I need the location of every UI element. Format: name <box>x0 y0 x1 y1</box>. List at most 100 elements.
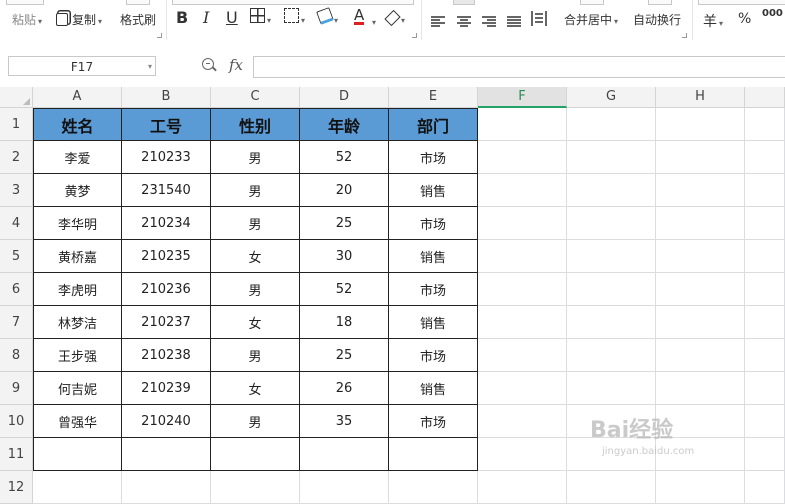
table-cell[interactable]: 销售 <box>389 240 478 273</box>
table-cell[interactable] <box>122 438 211 471</box>
header-cell[interactable]: 性别 <box>211 108 300 141</box>
table-cell[interactable]: 210238 <box>122 339 211 372</box>
row-header-9[interactable]: 9 <box>0 372 33 405</box>
table-cell[interactable]: 女 <box>211 240 300 273</box>
cell-f3[interactable] <box>478 174 567 207</box>
cell-overflow1[interactable] <box>745 108 785 141</box>
underline-button[interactable]: U <box>226 8 238 27</box>
cell-f9[interactable] <box>478 372 567 405</box>
font-color-button[interactable]: A <box>354 8 365 25</box>
cell-f2[interactable] <box>478 141 567 174</box>
table-cell[interactable] <box>300 438 389 471</box>
cell-a12[interactable] <box>33 471 122 504</box>
table-cell[interactable]: 李虎明 <box>33 273 122 306</box>
table-cell[interactable]: 销售 <box>389 306 478 339</box>
cell-overflow2[interactable] <box>745 141 785 174</box>
table-cell[interactable]: 男 <box>211 207 300 240</box>
row-header-4[interactable]: 4 <box>0 207 33 240</box>
cell-h6[interactable] <box>656 273 745 306</box>
row-header-10[interactable]: 10 <box>0 405 33 438</box>
cell-overflow3[interactable] <box>745 174 785 207</box>
table-cell[interactable]: 18 <box>300 306 389 339</box>
distributed-button[interactable] <box>531 11 547 30</box>
cell-overflow12[interactable] <box>745 471 785 504</box>
table-cell[interactable]: 男 <box>211 174 300 207</box>
font-name-box[interactable] <box>172 0 414 5</box>
table-cell[interactable] <box>211 438 300 471</box>
table-cell[interactable]: 210234 <box>122 207 211 240</box>
column-header-g[interactable]: G <box>567 87 656 108</box>
table-cell[interactable]: 25 <box>300 207 389 240</box>
currency-button[interactable]: 羊 ▾ <box>703 11 723 31</box>
table-cell[interactable]: 曾强华 <box>33 405 122 438</box>
cell-g4[interactable] <box>567 207 656 240</box>
column-header-d[interactable]: D <box>300 87 389 108</box>
cell-overflow8[interactable] <box>745 339 785 372</box>
name-box[interactable]: F17 ▾ <box>8 56 156 76</box>
header-cell[interactable]: 姓名 <box>33 108 122 141</box>
column-header-f[interactable]: F <box>478 87 567 108</box>
clear-format-button[interactable]: ▾ <box>384 8 405 27</box>
zoom-icon[interactable] <box>202 58 214 70</box>
cell-overflow9[interactable] <box>745 372 785 405</box>
row-header-6[interactable]: 6 <box>0 273 33 306</box>
align-right-button[interactable] <box>482 13 496 32</box>
cell-h5[interactable] <box>656 240 745 273</box>
table-cell[interactable]: 26 <box>300 372 389 405</box>
table-cell[interactable]: 210236 <box>122 273 211 306</box>
table-cell[interactable]: 女 <box>211 372 300 405</box>
table-cell[interactable]: 35 <box>300 405 389 438</box>
cell-b12[interactable] <box>122 471 211 504</box>
table-cell[interactable]: 231540 <box>122 174 211 207</box>
cell-e12[interactable] <box>389 471 478 504</box>
align-center-button[interactable] <box>457 13 471 32</box>
table-cell[interactable]: 210235 <box>122 240 211 273</box>
row-header-11[interactable]: 11 <box>0 438 33 471</box>
row-header-2[interactable]: 2 <box>0 141 33 174</box>
italic-button[interactable]: I <box>203 8 209 27</box>
select-all-corner[interactable] <box>0 87 33 108</box>
table-cell[interactable]: 市场 <box>389 405 478 438</box>
table-cell[interactable]: 女 <box>211 306 300 339</box>
table-cell[interactable]: 30 <box>300 240 389 273</box>
copy-button[interactable]: 复制 ▾ <box>56 11 102 28</box>
column-header-e[interactable]: E <box>389 87 478 108</box>
cell-h8[interactable] <box>656 339 745 372</box>
cell-overflow4[interactable] <box>745 207 785 240</box>
table-cell[interactable]: 男 <box>211 405 300 438</box>
row-header-8[interactable]: 8 <box>0 339 33 372</box>
table-cell[interactable]: 林梦洁 <box>33 306 122 339</box>
cell-g6[interactable] <box>567 273 656 306</box>
justify-button[interactable] <box>507 13 521 32</box>
clipboard-expand-icon[interactable] <box>157 33 162 38</box>
table-cell[interactable]: 市场 <box>389 141 478 174</box>
cell-f1[interactable] <box>478 108 567 141</box>
cell-h3[interactable] <box>656 174 745 207</box>
alignment-expand-icon[interactable] <box>682 33 687 38</box>
header-cell[interactable]: 年龄 <box>300 108 389 141</box>
cell-g3[interactable] <box>567 174 656 207</box>
formula-input[interactable] <box>253 56 785 78</box>
cell-f10[interactable] <box>478 405 567 438</box>
cell-d12[interactable] <box>300 471 389 504</box>
cell-h4[interactable] <box>656 207 745 240</box>
cell-g12[interactable] <box>567 471 656 504</box>
thousands-button[interactable]: 000 <box>762 8 783 19</box>
column-header-b[interactable]: B <box>122 87 211 108</box>
table-cell[interactable]: 黄桥嘉 <box>33 240 122 273</box>
cell-h1[interactable] <box>656 108 745 141</box>
cell-c12[interactable] <box>211 471 300 504</box>
row-header-3[interactable]: 3 <box>0 174 33 207</box>
table-cell[interactable] <box>389 438 478 471</box>
table-cell[interactable]: 销售 <box>389 174 478 207</box>
table-cell[interactable]: 男 <box>211 339 300 372</box>
cell-style-button[interactable]: ▾ <box>284 8 305 27</box>
cell-f6[interactable] <box>478 273 567 306</box>
table-cell[interactable]: 李华明 <box>33 207 122 240</box>
cell-overflow7[interactable] <box>745 306 785 339</box>
table-cell[interactable]: 210240 <box>122 405 211 438</box>
cell-g9[interactable] <box>567 372 656 405</box>
table-cell[interactable]: 王步强 <box>33 339 122 372</box>
column-header-h[interactable]: H <box>656 87 745 108</box>
align-top-icon[interactable] <box>453 0 475 5</box>
